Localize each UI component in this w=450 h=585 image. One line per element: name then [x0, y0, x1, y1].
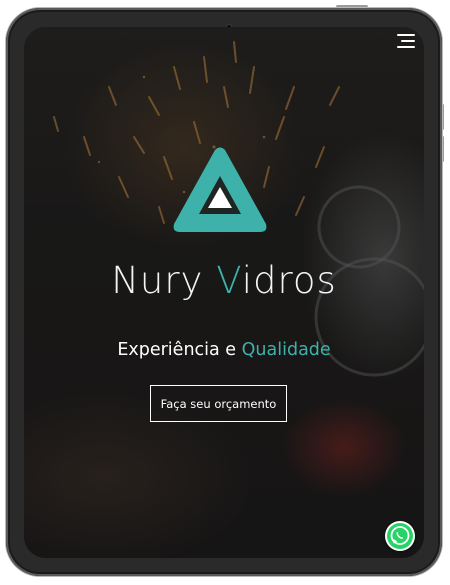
brand-accent-letter: V: [216, 259, 242, 302]
whatsapp-button[interactable]: [385, 521, 415, 551]
tagline-first: Experiência e: [117, 340, 242, 360]
quote-button[interactable]: Faça seu orçamento: [150, 385, 287, 422]
hamburger-menu-icon[interactable]: [397, 34, 415, 48]
brand-name: Nury Vidros: [24, 259, 424, 302]
triangle-logo: [173, 147, 267, 232]
brand-suffix: idros: [241, 259, 337, 302]
brand-prefix: Nury: [111, 259, 217, 302]
tagline: Experiência e Qualidade: [24, 340, 424, 360]
website-screen: Nury Vidros Experiência e Qualidade Faça…: [24, 27, 424, 558]
tagline-highlight: Qualidade: [241, 340, 331, 360]
whatsapp-icon: [387, 523, 413, 549]
